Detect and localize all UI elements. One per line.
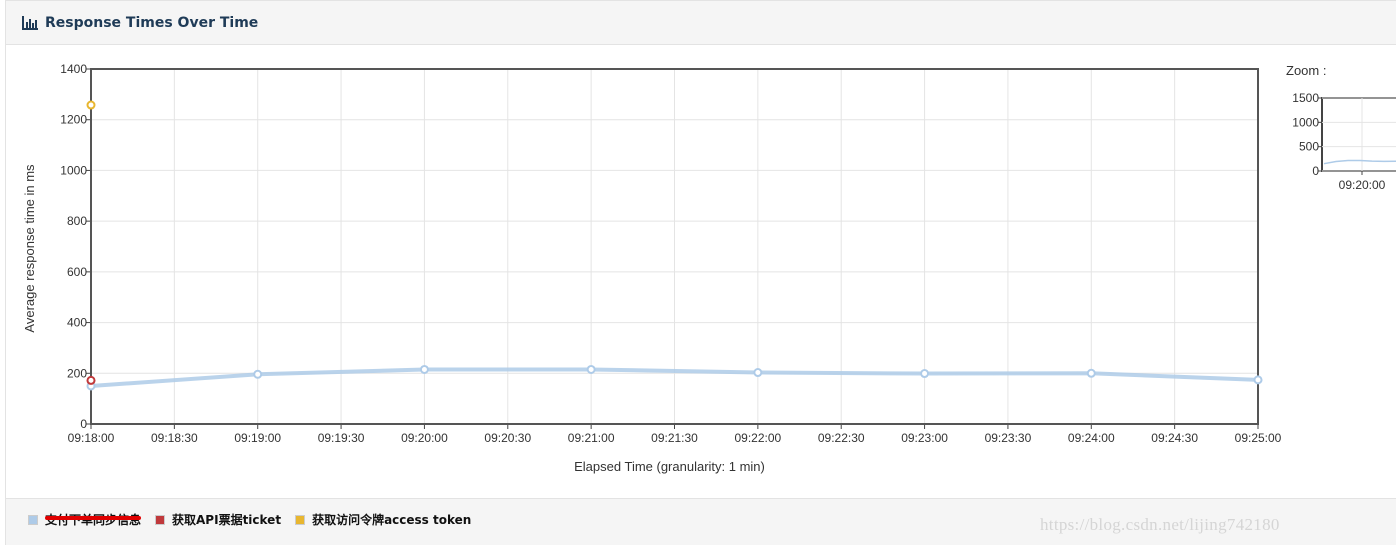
x-tick-label: 09:22:30: [818, 431, 865, 445]
x-tick-label: 09:22:00: [734, 431, 781, 445]
x-tick-label: 09:24:30: [1151, 431, 1198, 445]
x-tick-label: 09:19:00: [234, 431, 281, 445]
data-point: [1086, 368, 1096, 378]
zoom-y-tick-label: 0: [1312, 164, 1319, 178]
x-tick-label: 09:20:30: [484, 431, 531, 445]
y-axis-title: Average response time in ms: [22, 164, 37, 333]
data-point: [86, 375, 96, 385]
data-point: [86, 100, 96, 110]
data-point: [253, 369, 263, 379]
y-tick-label: 1200: [60, 113, 87, 127]
data-point: [419, 364, 429, 374]
data-point: [1253, 375, 1263, 385]
chart-canvas: 0 200 400 600 800 1000 1200 1400 09:18:00 09:18:3…: [22, 62, 1396, 474]
x-axis-title: Elapsed Time (granularity: 1 min): [574, 459, 765, 474]
data-point: [753, 368, 763, 378]
y-tick-label: 1400: [60, 62, 87, 76]
zoom-series-line: [1323, 159, 1396, 165]
x-tick-label: 09:25:00: [1235, 431, 1282, 445]
y-tick-label: 0: [80, 417, 87, 431]
zoom-y-tick-label: 1500: [1292, 91, 1319, 105]
y-tick-label: 400: [67, 316, 87, 330]
y-tick-label: 600: [67, 265, 87, 279]
y-tick-label: 800: [67, 214, 87, 228]
watermark: https://blog.csdn.net/lijing742180: [1040, 515, 1280, 534]
x-tick-label: 09:23:30: [985, 431, 1032, 445]
x-tick-label: 09:24:00: [1068, 431, 1115, 445]
zoom-label: Zoom :: [1286, 63, 1327, 78]
x-tick-label: 09:21:30: [651, 431, 698, 445]
x-tick-label: 09:21:00: [568, 431, 615, 445]
y-tick-label: 200: [67, 366, 87, 380]
data-point: [586, 364, 596, 374]
x-tick-label: 09:18:00: [68, 431, 115, 445]
zoom-y-tick-label: 500: [1299, 140, 1319, 154]
y-tick-label: 1000: [60, 163, 87, 177]
x-tick-label: 09:20:00: [401, 431, 448, 445]
x-tick-label: 09:18:30: [151, 431, 198, 445]
data-point: [920, 369, 930, 379]
x-tick-label: 09:19:30: [318, 431, 365, 445]
x-tick-label: 09:23:00: [901, 431, 948, 445]
zoom-y-tick-label: 1000: [1292, 115, 1319, 129]
zoom-x-tick-label: 09:20:00: [1339, 178, 1386, 192]
